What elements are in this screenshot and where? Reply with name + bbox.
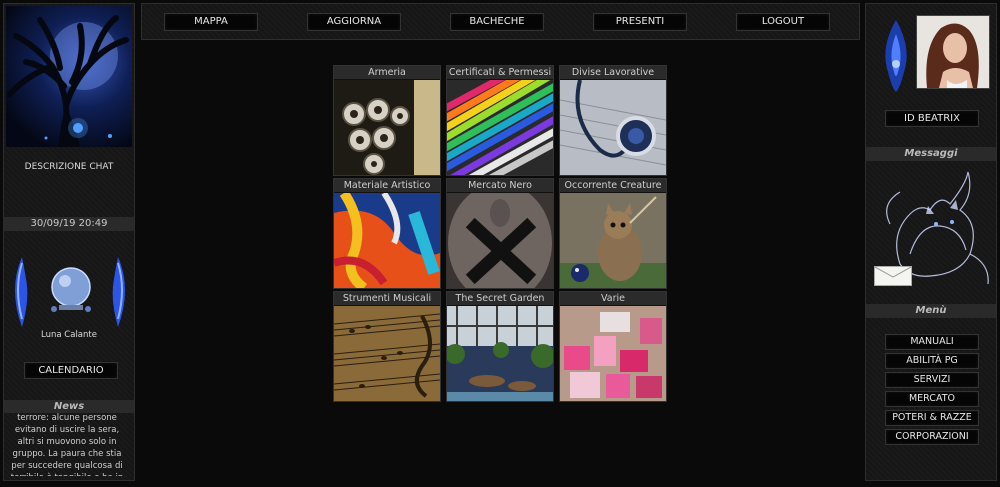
category-label: Materiale Artistico — [334, 179, 440, 192]
messages-title: Messaggi — [866, 147, 996, 161]
armeria-image — [334, 80, 440, 175]
category-label: Certificati & Permessi — [447, 66, 553, 79]
category-strumenti-musicali[interactable]: Strumenti Musicali — [333, 291, 441, 402]
category-label: Strumenti Musicali — [334, 292, 440, 305]
moon-phase-label: Luna Calante — [41, 330, 97, 340]
category-materiale-artistico[interactable]: Materiale Artistico — [333, 178, 441, 289]
menu-servizi[interactable]: SERVIZI — [885, 372, 979, 388]
strumenti-musicali-image — [334, 306, 440, 401]
nav-aggiorna-button[interactable]: AGGIORNA — [307, 13, 401, 31]
category-label: Mercato Nero — [447, 179, 553, 192]
moon-phase-icon — [15, 257, 125, 327]
news-text: terrore: alcune persone evitano di uscir… — [11, 413, 123, 476]
materiale-artistico-image — [334, 193, 440, 288]
mercato-nero-image — [447, 193, 553, 288]
tree-moon-banner — [6, 6, 132, 150]
left-sidebar: DESCRIZIONE CHAT 30/09/19 20:49 Luna Cal… — [3, 3, 135, 481]
certificati-image — [447, 80, 553, 175]
category-label: The Secret Garden — [447, 292, 553, 305]
top-navigation: MAPPA AGGIORNA BACHECHE PRESENTI LOGOUT — [141, 3, 860, 40]
category-varie[interactable]: Varie — [559, 291, 667, 402]
menu-title: Menù — [866, 304, 996, 318]
occorrente-creature-image — [560, 193, 666, 288]
category-divise-lavorative[interactable]: Divise Lavorative — [559, 65, 667, 176]
category-occorrente-creature[interactable]: Occorrente Creature — [559, 178, 667, 289]
id-character-button[interactable]: ID BEATRIX — [885, 110, 979, 127]
blue-flame-icon — [885, 20, 907, 92]
mail-envelope-icon[interactable] — [874, 266, 912, 286]
category-label: Occorrente Creature — [560, 179, 666, 192]
category-the-secret-garden[interactable]: The Secret Garden — [446, 291, 554, 402]
category-label: Varie — [560, 292, 666, 305]
category-label: Armeria — [334, 66, 440, 79]
nav-bacheche-button[interactable]: BACHECHE — [450, 13, 544, 31]
menu-manuali[interactable]: MANUALI — [885, 334, 979, 350]
category-certificati-permessi[interactable]: Certificati & Permessi — [446, 65, 554, 176]
category-armeria[interactable]: Armeria — [333, 65, 441, 176]
chat-description-label[interactable]: DESCRIZIONE CHAT — [4, 162, 134, 172]
menu-mercato[interactable]: MERCATO — [885, 391, 979, 407]
category-mercato-nero[interactable]: Mercato Nero — [446, 178, 554, 289]
menu-poteri-razze[interactable]: POTERI & RAZZE — [885, 410, 979, 426]
divise-image — [560, 80, 666, 175]
nav-presenti-button[interactable]: PRESENTI — [593, 13, 687, 31]
menu-abilita-pg[interactable]: ABILITÀ PG — [885, 353, 979, 369]
menu-corporazioni[interactable]: CORPORAZIONI — [885, 429, 979, 445]
right-sidebar: ID BEATRIX Messaggi Menù MANUALI ABILITÀ… — [865, 3, 997, 481]
datetime: 30/09/19 20:49 — [4, 217, 134, 231]
secret-garden-image — [447, 306, 553, 401]
calendar-button[interactable]: CALENDARIO — [24, 362, 118, 379]
nav-logout-button[interactable]: LOGOUT — [736, 13, 830, 31]
category-label: Divise Lavorative — [560, 66, 666, 79]
avatar[interactable] — [916, 15, 990, 89]
nav-mappa-button[interactable]: MAPPA — [164, 13, 258, 31]
varie-image — [560, 306, 666, 401]
